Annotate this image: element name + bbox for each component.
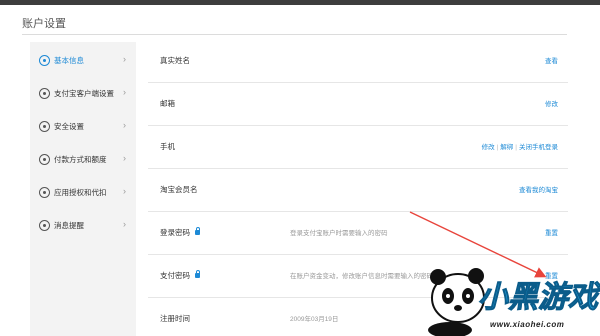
row-login-password: 登录密码 登录支付宝账户时需要输入的密码 重置 bbox=[148, 212, 568, 255]
disable-phone-login-link[interactable]: 关闭手机登录 bbox=[519, 144, 558, 151]
sidebar-item-security[interactable]: 安全设置 › bbox=[30, 114, 136, 138]
sidebar-item-client-settings[interactable]: 支付宝客户端设置 › bbox=[30, 81, 136, 105]
message-icon bbox=[39, 219, 50, 231]
title-divider bbox=[22, 34, 567, 35]
row-actions: 重置 bbox=[545, 227, 558, 237]
sidebar-item-basic-info[interactable]: 基本信息 › bbox=[30, 48, 136, 72]
sidebar-item-payment[interactable]: 付款方式和额度 › bbox=[30, 147, 136, 171]
sidebar-item-label: 安全设置 bbox=[54, 121, 84, 131]
row-phone: 手机 修改 | 解绑 | 关闭手机登录 bbox=[148, 126, 568, 169]
row-label-text: 登录密码 bbox=[160, 228, 190, 237]
lock-icon bbox=[195, 270, 200, 278]
chevron-right-icon: › bbox=[123, 219, 126, 229]
chevron-right-icon: › bbox=[123, 153, 126, 163]
chevron-right-icon: › bbox=[123, 54, 126, 64]
row-actions: 查看 bbox=[545, 55, 558, 65]
row-label-text: 支付密码 bbox=[160, 271, 190, 280]
view-link[interactable]: 查看 bbox=[545, 58, 558, 65]
row-label: 邮箱 bbox=[160, 99, 175, 108]
row-label: 淘宝会员名 bbox=[160, 185, 198, 194]
separator: | bbox=[515, 144, 517, 151]
yen-icon bbox=[39, 153, 50, 165]
row-label: 手机 bbox=[160, 142, 175, 151]
separator: | bbox=[496, 144, 499, 151]
check-icon bbox=[39, 186, 50, 198]
row-email: 邮箱 修改 bbox=[148, 83, 568, 126]
reset-link[interactable]: 重置 bbox=[545, 230, 558, 237]
row-label: 登录密码 bbox=[160, 227, 200, 238]
row-actions: 修改 | 解绑 | 关闭手机登录 bbox=[482, 141, 558, 151]
sidebar-item-label: 付款方式和额度 bbox=[54, 154, 107, 164]
unbind-link[interactable]: 解绑 bbox=[500, 144, 513, 151]
sidebar-item-label: 基本信息 bbox=[54, 55, 84, 65]
sidebar-item-notifications[interactable]: 消息提醒 › bbox=[30, 213, 136, 237]
sidebar: 基本信息 › 支付宝客户端设置 › 安全设置 › 付款方式和额度 › 应用授权和… bbox=[30, 42, 136, 336]
chevron-right-icon: › bbox=[123, 87, 126, 97]
lock-icon bbox=[39, 120, 50, 132]
chevron-right-icon: › bbox=[123, 120, 126, 130]
row-label: 真实姓名 bbox=[160, 56, 190, 65]
sidebar-item-authorization[interactable]: 应用授权和代扣 › bbox=[30, 180, 136, 204]
sidebar-item-label: 消息提醒 bbox=[54, 220, 84, 230]
top-bar bbox=[0, 0, 600, 5]
row-description: 登录支付宝账户时需要输入的密码 bbox=[290, 230, 388, 237]
user-icon bbox=[39, 54, 50, 66]
page-title: 账户设置 bbox=[22, 18, 66, 30]
sidebar-item-label: 支付宝客户端设置 bbox=[54, 88, 114, 98]
watermark-brand: 小黑游戏 bbox=[478, 281, 599, 315]
sidebar-item-label: 应用授权和代扣 bbox=[54, 187, 107, 197]
view-taobao-link[interactable]: 查看我的淘宝 bbox=[519, 187, 558, 194]
row-actions: 修改 bbox=[545, 98, 558, 108]
row-taobao-name: 淘宝会员名 查看我的淘宝 bbox=[148, 169, 568, 212]
watermark-site: www.xiaohei.com bbox=[490, 320, 565, 329]
chevron-right-icon: › bbox=[123, 186, 126, 196]
modify-link[interactable]: 修改 bbox=[545, 101, 558, 108]
row-label: 支付密码 bbox=[160, 270, 200, 281]
row-real-name: 真实姓名 查看 bbox=[148, 40, 568, 83]
modify-link[interactable]: 修改 bbox=[482, 144, 495, 151]
lock-icon bbox=[195, 227, 200, 235]
row-label: 注册时间 bbox=[160, 314, 190, 323]
row-description: 2009年03月19日 bbox=[290, 316, 339, 323]
phone-icon bbox=[39, 87, 50, 99]
row-actions: 查看我的淘宝 bbox=[519, 184, 558, 194]
